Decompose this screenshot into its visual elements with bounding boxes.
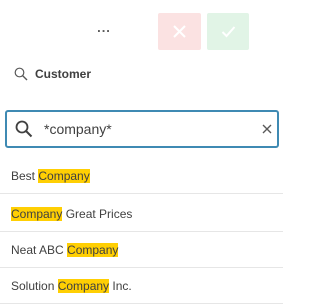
match-highlight: Company: [11, 207, 63, 221]
clear-search-icon[interactable]: [262, 124, 272, 134]
list-item-text: Solution: [11, 279, 58, 293]
match-highlight: Company: [57, 279, 110, 293]
list-item[interactable]: Company Great Prices: [0, 196, 283, 232]
list-item-text: Great Prices: [62, 207, 133, 221]
list-item[interactable]: Neat ABC Company: [0, 232, 283, 268]
selection-toolbar: ...: [0, 0, 283, 52]
close-icon: [173, 25, 186, 38]
search-icon: [14, 67, 28, 81]
list-item-text: Inc.: [109, 279, 132, 293]
confirm-selection-button[interactable]: [207, 13, 249, 50]
checkmark-icon: [221, 26, 236, 38]
field-title: Customer: [14, 65, 91, 83]
search-box[interactable]: [5, 110, 279, 148]
more-options-button[interactable]: ...: [92, 16, 116, 40]
match-highlight: Company: [67, 243, 119, 257]
match-highlight: Company: [38, 169, 90, 183]
list-item-text: Best: [11, 169, 39, 183]
search-icon: [15, 120, 33, 138]
list-item-text: Neat ABC: [11, 243, 68, 257]
field-title-label: Customer: [35, 67, 92, 81]
list-item[interactable]: Solution Company Inc.: [0, 268, 283, 304]
cancel-selection-button[interactable]: [158, 13, 201, 50]
list-item[interactable]: Best Company: [0, 158, 283, 194]
search-input[interactable]: [44, 119, 244, 139]
